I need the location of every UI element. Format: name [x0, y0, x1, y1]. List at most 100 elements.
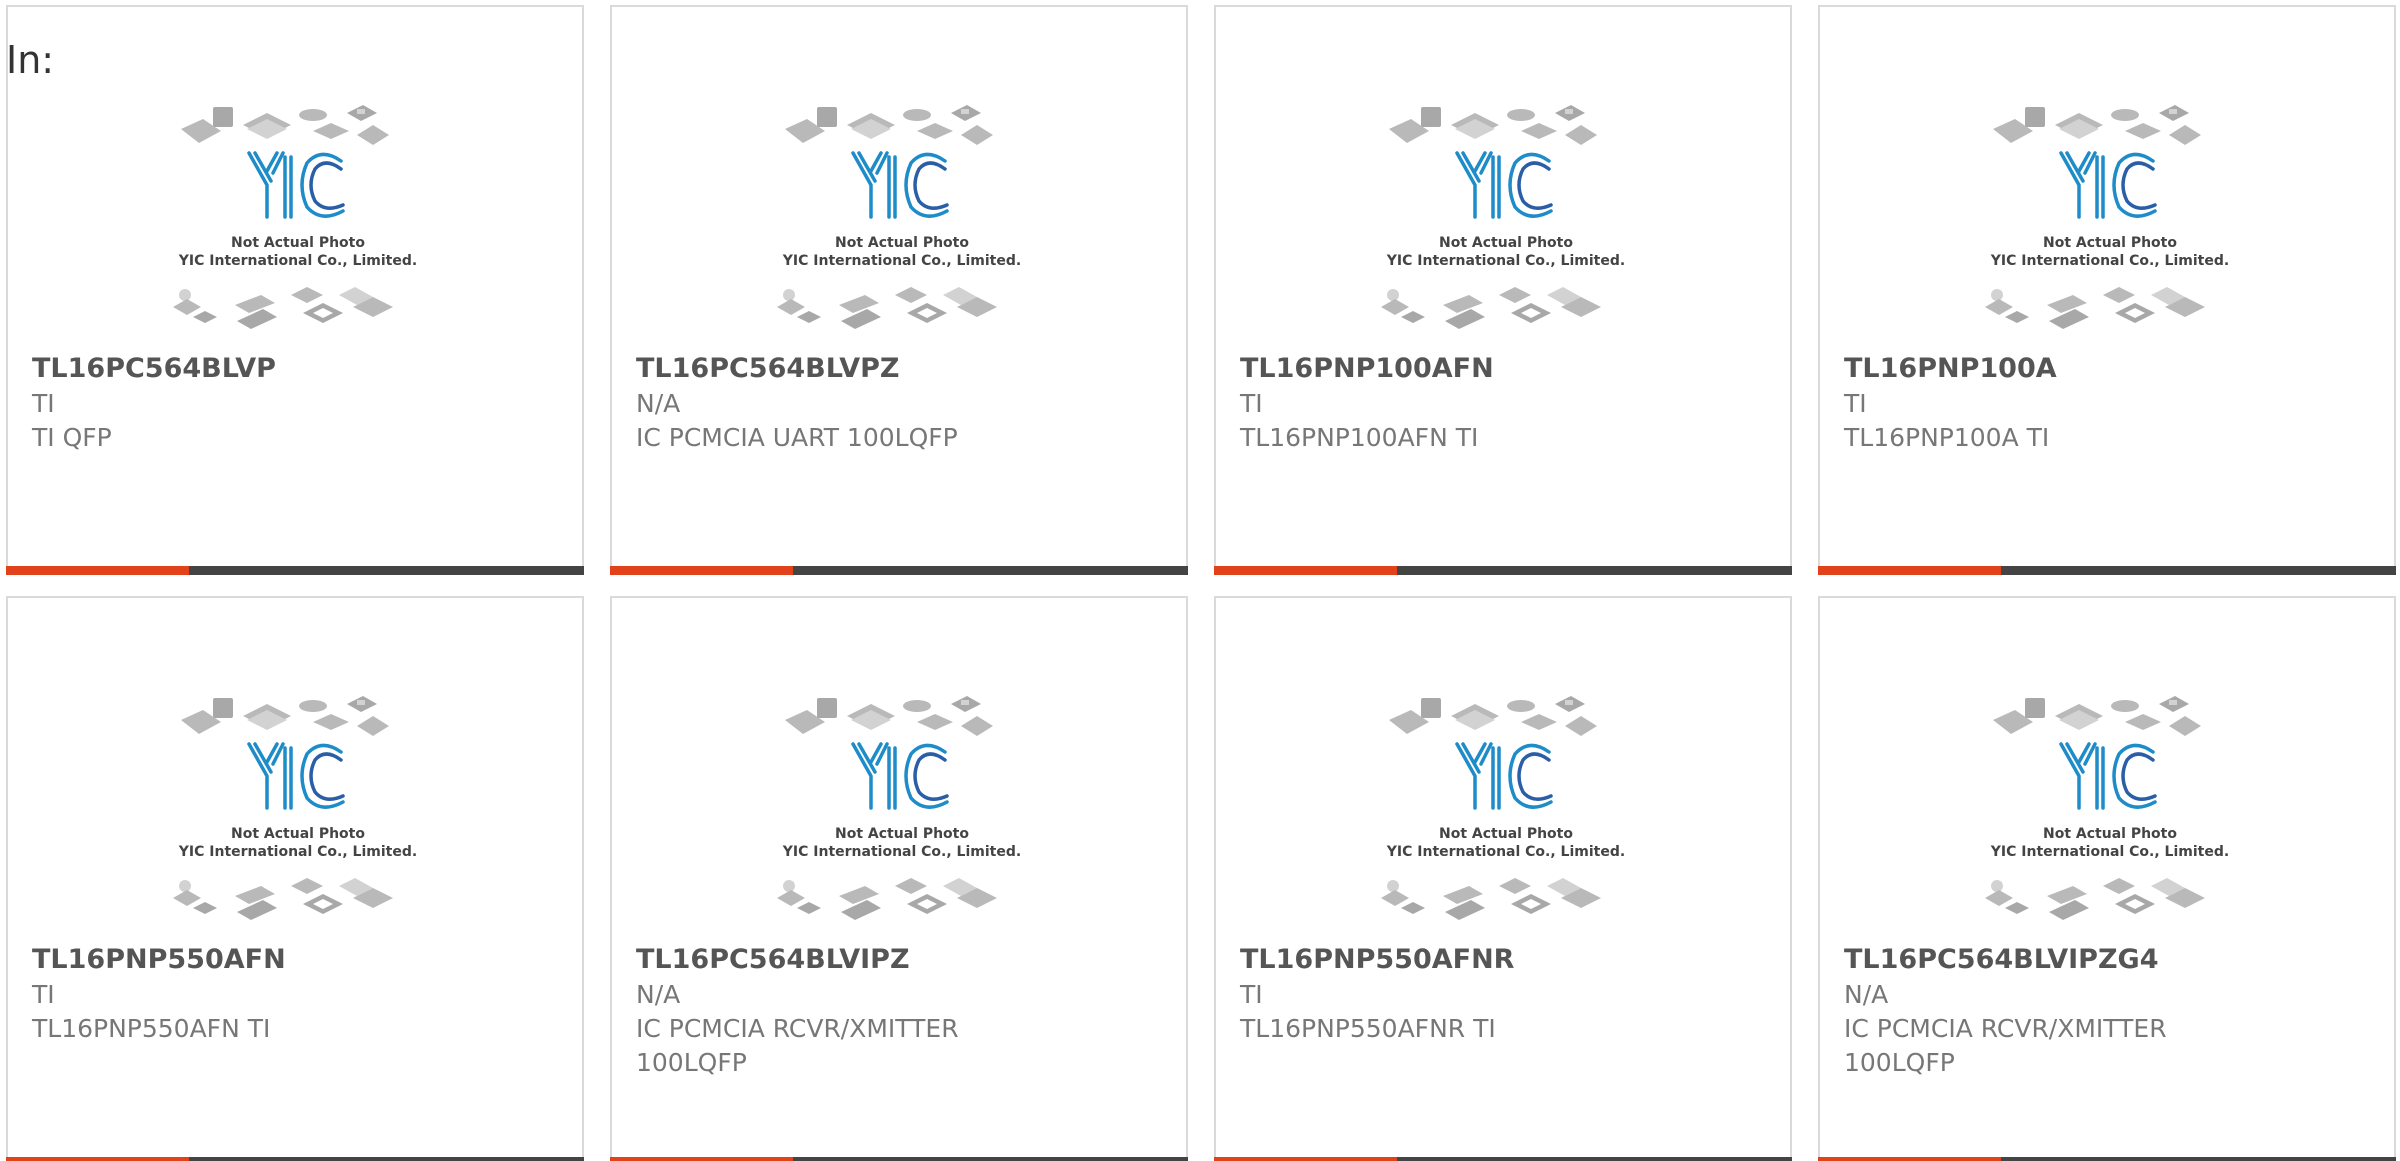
chip-icons-bottom	[1985, 878, 2205, 920]
placeholder-caption-2: YIC International Co., Limited.	[782, 253, 1021, 269]
product-description: TL16PNP550AFNR TI	[1240, 1012, 1740, 1046]
product-manufacturer: TI	[32, 980, 55, 1009]
product-card-7[interactable]: Not Actual Photo YIC International Co., …	[1214, 596, 1792, 1161]
product-card-6[interactable]: Not Actual Photo YIC International Co., …	[610, 596, 1188, 1161]
product-description-line-1: TL16PNP550AFNR TI	[1240, 1014, 1496, 1043]
card-accent-bar	[610, 1157, 793, 1161]
chip-icons-bottom	[1985, 287, 2205, 329]
product-part-number[interactable]: TL16PC564BLVPZ	[636, 351, 900, 387]
product-manufacturer: N/A	[636, 389, 681, 418]
yic-logo	[1455, 151, 1553, 219]
product-description: TL16PNP100AFN TI	[1240, 421, 1740, 455]
product-card-1[interactable]: Not Actual Photo YIC International Co., …	[6, 5, 584, 575]
yic-logo	[1455, 742, 1553, 810]
product-description-line-1: TL16PNP100A TI	[1844, 423, 2050, 452]
product-description-line-1: IC PCMCIA RCVR/XMITTER	[1844, 1014, 2167, 1043]
product-card-4[interactable]: Not Actual Photo YIC International Co., …	[1818, 5, 2396, 575]
product-description: TL16PNP550AFN TI	[32, 1012, 532, 1046]
placeholder-caption-1: Not Actual Photo	[835, 235, 969, 251]
card-bottom-bar	[610, 566, 1188, 575]
placeholder-photo: Not Actual Photo YIC International Co., …	[173, 105, 417, 329]
yic-logo	[851, 151, 949, 219]
product-manufacturer: TI	[32, 389, 55, 418]
placeholder-caption-1: Not Actual Photo	[1439, 235, 1573, 251]
placeholder-caption-2: YIC International Co., Limited.	[1990, 844, 2229, 860]
placeholder-photo: Not Actual Photo YIC International Co., …	[1985, 696, 2229, 920]
placeholder-photo: Not Actual Photo YIC International Co., …	[1985, 105, 2229, 329]
chip-icons-top	[785, 696, 993, 736]
product-part-number[interactable]: TL16PNP100A	[1844, 351, 2057, 387]
chip-icons-bottom	[1381, 287, 1601, 329]
chip-icons-top	[181, 696, 389, 736]
product-part-number[interactable]: TL16PC564BLVIPZ	[636, 942, 910, 978]
product-description: TL16PNP100A TI	[1844, 421, 2344, 455]
product-part-number[interactable]: TL16PC564BLVIPZG4	[1844, 942, 2158, 978]
placeholder-caption-1: Not Actual Photo	[231, 826, 365, 842]
placeholder-photo: Not Actual Photo YIC International Co., …	[173, 696, 417, 920]
chip-icons-bottom	[777, 287, 997, 329]
product-card-2[interactable]: Not Actual Photo YIC International Co., …	[610, 5, 1188, 575]
chip-icons-bottom	[173, 287, 393, 329]
chip-icons-top	[1389, 105, 1597, 145]
product-description-line-2: 100LQFP	[636, 1048, 747, 1077]
product-card-3[interactable]: Not Actual Photo YIC International Co., …	[1214, 5, 1792, 575]
card-bottom-bar	[1818, 566, 2396, 575]
placeholder-caption-1: Not Actual Photo	[2043, 826, 2177, 842]
yic-logo	[247, 151, 345, 219]
product-description: TI QFP	[32, 421, 532, 455]
product-description-line-1: TI QFP	[32, 423, 112, 452]
yic-logo	[2059, 742, 2157, 810]
filter-prefix-label: In:	[6, 38, 55, 82]
placeholder-caption-2: YIC International Co., Limited.	[178, 253, 417, 269]
product-description-line-1: TL16PNP550AFN TI	[32, 1014, 271, 1043]
product-part-number[interactable]: TL16PNP550AFNR	[1240, 942, 1514, 978]
card-bottom-bar	[1818, 1157, 2396, 1161]
product-manufacturer: TI	[1844, 389, 1867, 418]
card-bottom-bar	[6, 566, 584, 575]
placeholder-caption-2: YIC International Co., Limited.	[1386, 253, 1625, 269]
card-bottom-bar	[610, 1157, 1188, 1161]
placeholder-photo: Not Actual Photo YIC International Co., …	[777, 696, 1021, 920]
product-description: IC PCMCIA UART 100LQFP	[636, 421, 1136, 455]
chip-icons-bottom	[1381, 878, 1601, 920]
chip-icons-top	[785, 105, 993, 145]
placeholder-caption-1: Not Actual Photo	[1439, 826, 1573, 842]
product-description-line-1: TL16PNP100AFN TI	[1240, 423, 1479, 452]
card-accent-bar	[1818, 566, 2001, 575]
chip-icons-bottom	[777, 878, 997, 920]
product-part-number[interactable]: TL16PNP100AFN	[1240, 351, 1494, 387]
yic-logo	[247, 742, 345, 810]
card-accent-bar	[610, 566, 793, 575]
yic-logo	[851, 742, 949, 810]
chip-icons-top	[1993, 105, 2201, 145]
card-accent-bar	[1214, 566, 1397, 575]
placeholder-caption-2: YIC International Co., Limited.	[782, 844, 1021, 860]
card-bottom-bar	[6, 1157, 584, 1161]
product-grid-page: In: Not Actual Photo YIC International C…	[0, 0, 2400, 1161]
card-accent-bar	[1818, 1157, 2001, 1161]
card-accent-bar	[1214, 1157, 1397, 1161]
product-manufacturer: N/A	[1844, 980, 1889, 1009]
placeholder-caption-1: Not Actual Photo	[835, 826, 969, 842]
placeholder-caption-1: Not Actual Photo	[231, 235, 365, 251]
placeholder-photo: Not Actual Photo YIC International Co., …	[1381, 696, 1625, 920]
product-description: IC PCMCIA RCVR/XMITTER 100LQFP	[1844, 1012, 2344, 1080]
product-description-line-2: 100LQFP	[1844, 1048, 1955, 1077]
placeholder-caption-2: YIC International Co., Limited.	[178, 844, 417, 860]
product-manufacturer: N/A	[636, 980, 681, 1009]
card-bottom-bar	[1214, 1157, 1792, 1161]
product-card-8[interactable]: Not Actual Photo YIC International Co., …	[1818, 596, 2396, 1161]
card-accent-bar	[6, 1157, 189, 1161]
chip-icons-bottom	[173, 878, 393, 920]
placeholder-caption-2: YIC International Co., Limited.	[1386, 844, 1625, 860]
yic-logo	[2059, 151, 2157, 219]
card-accent-bar	[6, 566, 189, 575]
product-part-number[interactable]: TL16PC564BLVP	[32, 351, 276, 387]
chip-icons-top	[1993, 696, 2201, 736]
placeholder-caption-2: YIC International Co., Limited.	[1990, 253, 2229, 269]
product-card-5[interactable]: Not Actual Photo YIC International Co., …	[6, 596, 584, 1161]
product-part-number[interactable]: TL16PNP550AFN	[32, 942, 286, 978]
product-manufacturer: TI	[1240, 389, 1263, 418]
product-description-line-1: IC PCMCIA UART 100LQFP	[636, 423, 958, 452]
product-manufacturer: TI	[1240, 980, 1263, 1009]
